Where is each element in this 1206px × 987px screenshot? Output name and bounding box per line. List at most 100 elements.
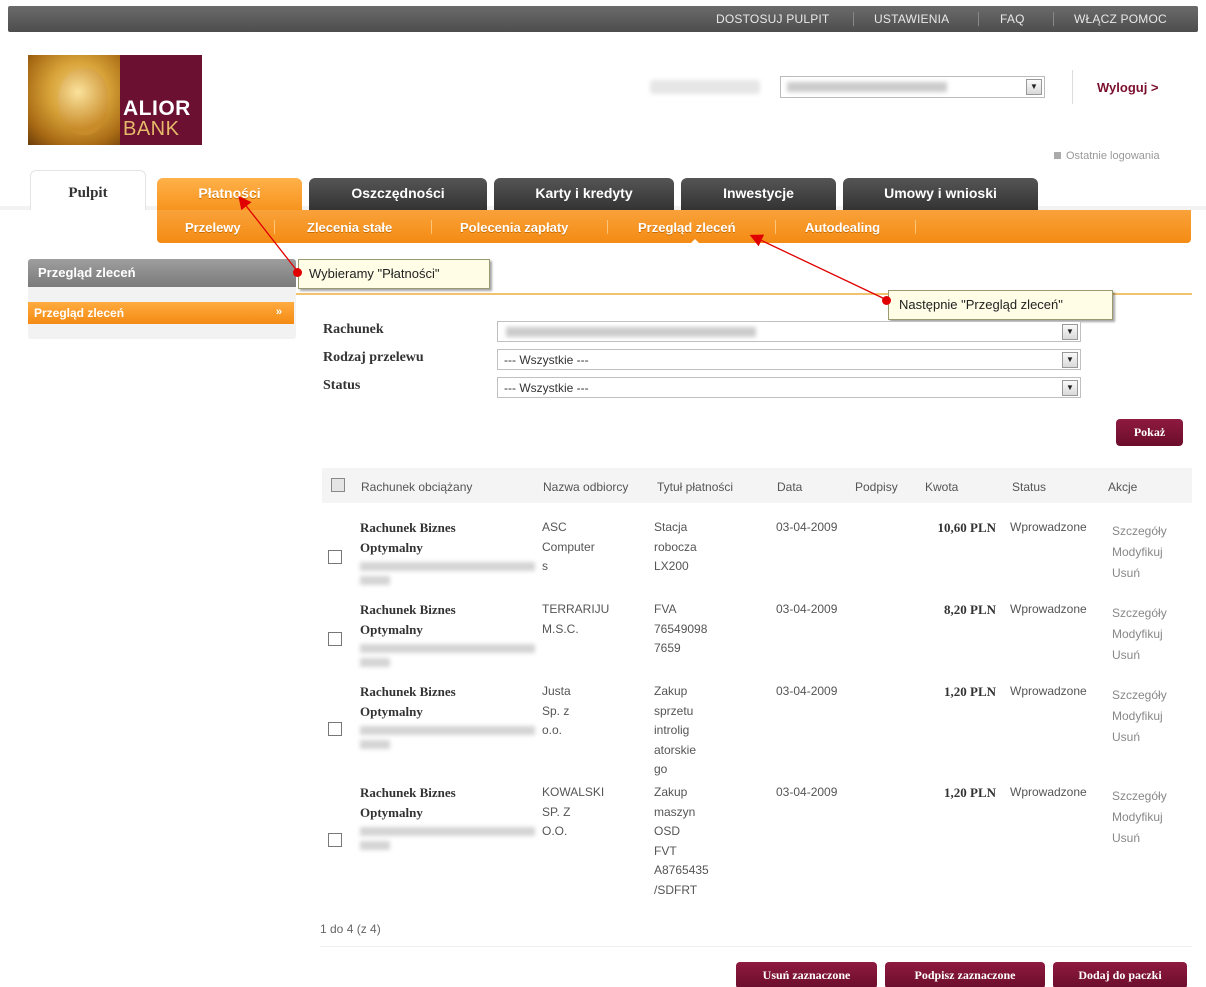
account-name-line2: Optymalny: [360, 804, 423, 820]
recipient-line: TERRARIJU: [542, 602, 610, 616]
details-link[interactable]: Szczegóły: [1112, 688, 1167, 702]
callout-first-step: Wybieramy "Płatności": [298, 259, 490, 289]
account-cell: Rachunek Biznes Optymalny: [360, 600, 535, 672]
recipient-cell: ASC Computer s: [542, 518, 595, 577]
delete-link[interactable]: Usuń: [1112, 831, 1140, 845]
actions-cell: Szczegóły Modyfikuj Usuń: [1112, 521, 1167, 584]
select-all-checkbox[interactable]: [331, 478, 345, 492]
title-line: FVA: [654, 602, 677, 616]
title-line: LX200: [654, 559, 689, 573]
row-checkbox[interactable]: [328, 722, 342, 736]
amount-cell: 1,20 PLN: [944, 785, 996, 800]
column-header-status: Status: [1012, 480, 1047, 494]
status-label: Status: [323, 378, 361, 393]
recipient-line: O.O.: [542, 824, 568, 838]
account-select[interactable]: ▼: [497, 321, 1081, 342]
status-value: --- Wszystkie ---: [504, 381, 589, 395]
recipient-cell: KOWALSKI SP. Z O.O.: [542, 783, 604, 842]
status-select[interactable]: --- Wszystkie --- ▼: [497, 377, 1081, 398]
recipient-line: s: [542, 559, 548, 573]
row-checkbox[interactable]: [328, 550, 342, 564]
title-cell: Stacja robocza LX200: [654, 518, 697, 577]
title-line: /SDFRT: [654, 882, 698, 897]
status-cell: Wprowadzone: [1010, 520, 1087, 534]
title-line: 7659: [654, 641, 681, 655]
row-checkbox[interactable]: [328, 632, 342, 646]
title-line: FVT: [654, 843, 677, 858]
account-cell: Rachunek Biznes Optymalny: [360, 518, 535, 590]
date-cell: 03-04-2009: [776, 602, 838, 616]
account-number-blurred: [360, 644, 535, 653]
recipient-line: KOWALSKI: [542, 785, 605, 799]
pagination-info: 1 do 4 (z 4): [320, 922, 381, 936]
account-number-blurred: [360, 827, 535, 836]
account-cell: Rachunek Biznes Optymalny: [360, 783, 535, 855]
account-number-blurred: [360, 576, 390, 585]
account-name-line1: Rachunek Biznes: [360, 785, 456, 800]
recipient-line: ASC: [542, 520, 567, 534]
arrow-to-platnosci: [238, 195, 299, 273]
delete-link[interactable]: Usuń: [1112, 566, 1140, 580]
account-number-blurred: [360, 841, 390, 850]
title-cell: Zakup maszyn OSD FVT A8765435 /SDFRT: [654, 783, 709, 900]
transfer-type-select[interactable]: --- Wszystkie --- ▼: [497, 349, 1081, 370]
modify-link[interactable]: Modyfikuj: [1112, 627, 1163, 641]
amount-cell: 10,60 PLN: [937, 520, 997, 535]
account-name-line2: Optymalny: [360, 703, 423, 719]
recipient-line: SP. Z: [542, 804, 571, 819]
title-line: Zakup: [654, 785, 688, 799]
modify-link[interactable]: Modyfikuj: [1112, 810, 1163, 824]
actions-cell: Szczegóły Modyfikuj Usuń: [1112, 685, 1167, 748]
details-link[interactable]: Szczegóły: [1112, 789, 1167, 803]
date-cell: 03-04-2009: [776, 520, 838, 534]
recipient-line: Computer: [542, 539, 595, 554]
title-line: A8765435: [654, 863, 709, 877]
transfer-type-label: Rodzaj przelewu: [323, 350, 424, 365]
title-line: Zakup: [654, 684, 688, 698]
account-label: Rachunek: [323, 322, 384, 337]
modify-link[interactable]: Modyfikuj: [1112, 545, 1163, 559]
column-header-title: Tytuł płatności: [657, 480, 734, 494]
account-number-blurred: [360, 740, 390, 749]
show-button[interactable]: Pokaż: [1116, 419, 1183, 446]
row-checkbox[interactable]: [328, 833, 342, 847]
delete-selected-button[interactable]: Usuń zaznaczone: [736, 962, 877, 987]
status-cell: Wprowadzone: [1010, 684, 1087, 698]
account-name-line1: Rachunek Biznes: [360, 520, 456, 535]
account-name-line1: Rachunek Biznes: [360, 602, 456, 617]
chevron-down-icon[interactable]: ▼: [1062, 324, 1078, 340]
title-line: sprzetu: [654, 703, 694, 718]
delete-link[interactable]: Usuń: [1112, 730, 1140, 744]
account-number-blurred: [360, 726, 535, 735]
callout-dot: [882, 296, 891, 305]
date-cell: 03-04-2009: [776, 684, 838, 698]
recipient-line: o.o.: [542, 723, 563, 737]
account-number-blurred: [360, 658, 390, 667]
column-header-date: Data: [777, 480, 803, 494]
modify-link[interactable]: Modyfikuj: [1112, 709, 1163, 723]
add-to-batch-button[interactable]: Dodaj do paczki: [1053, 962, 1187, 987]
title-cell: FVA 76549098 7659: [654, 600, 707, 659]
chevron-down-icon[interactable]: ▼: [1062, 380, 1078, 396]
recipient-cell: TERRARIJU M.S.C.: [542, 600, 609, 639]
recipient-cell: Justa Sp. z o.o.: [542, 682, 571, 741]
title-line: 76549098: [654, 621, 708, 636]
account-name-line2: Optymalny: [360, 539, 423, 555]
column-header-account: Rachunek obciążany: [361, 480, 473, 494]
status-cell: Wprowadzone: [1010, 785, 1087, 799]
callout-second-step: Następnie "Przegląd zleceń": [888, 290, 1113, 320]
details-link[interactable]: Szczegóły: [1112, 606, 1167, 620]
sign-selected-button[interactable]: Podpisz zaznaczone: [885, 962, 1045, 987]
recipient-line: M.S.C.: [542, 621, 579, 636]
column-header-recipient: Nazwa odbiorcy: [543, 480, 629, 494]
chevron-down-icon[interactable]: ▼: [1062, 352, 1078, 368]
actions-cell: Szczegóły Modyfikuj Usuń: [1112, 603, 1167, 666]
title-line: maszyn: [654, 804, 696, 819]
callout-dot: [293, 268, 302, 277]
transfer-type-value: --- Wszystkie ---: [504, 353, 589, 367]
details-link[interactable]: Szczegóły: [1112, 524, 1167, 538]
account-name-line2: Optymalny: [360, 621, 423, 637]
account-cell: Rachunek Biznes Optymalny: [360, 682, 535, 754]
delete-link[interactable]: Usuń: [1112, 648, 1140, 662]
title-line: go: [654, 762, 668, 776]
